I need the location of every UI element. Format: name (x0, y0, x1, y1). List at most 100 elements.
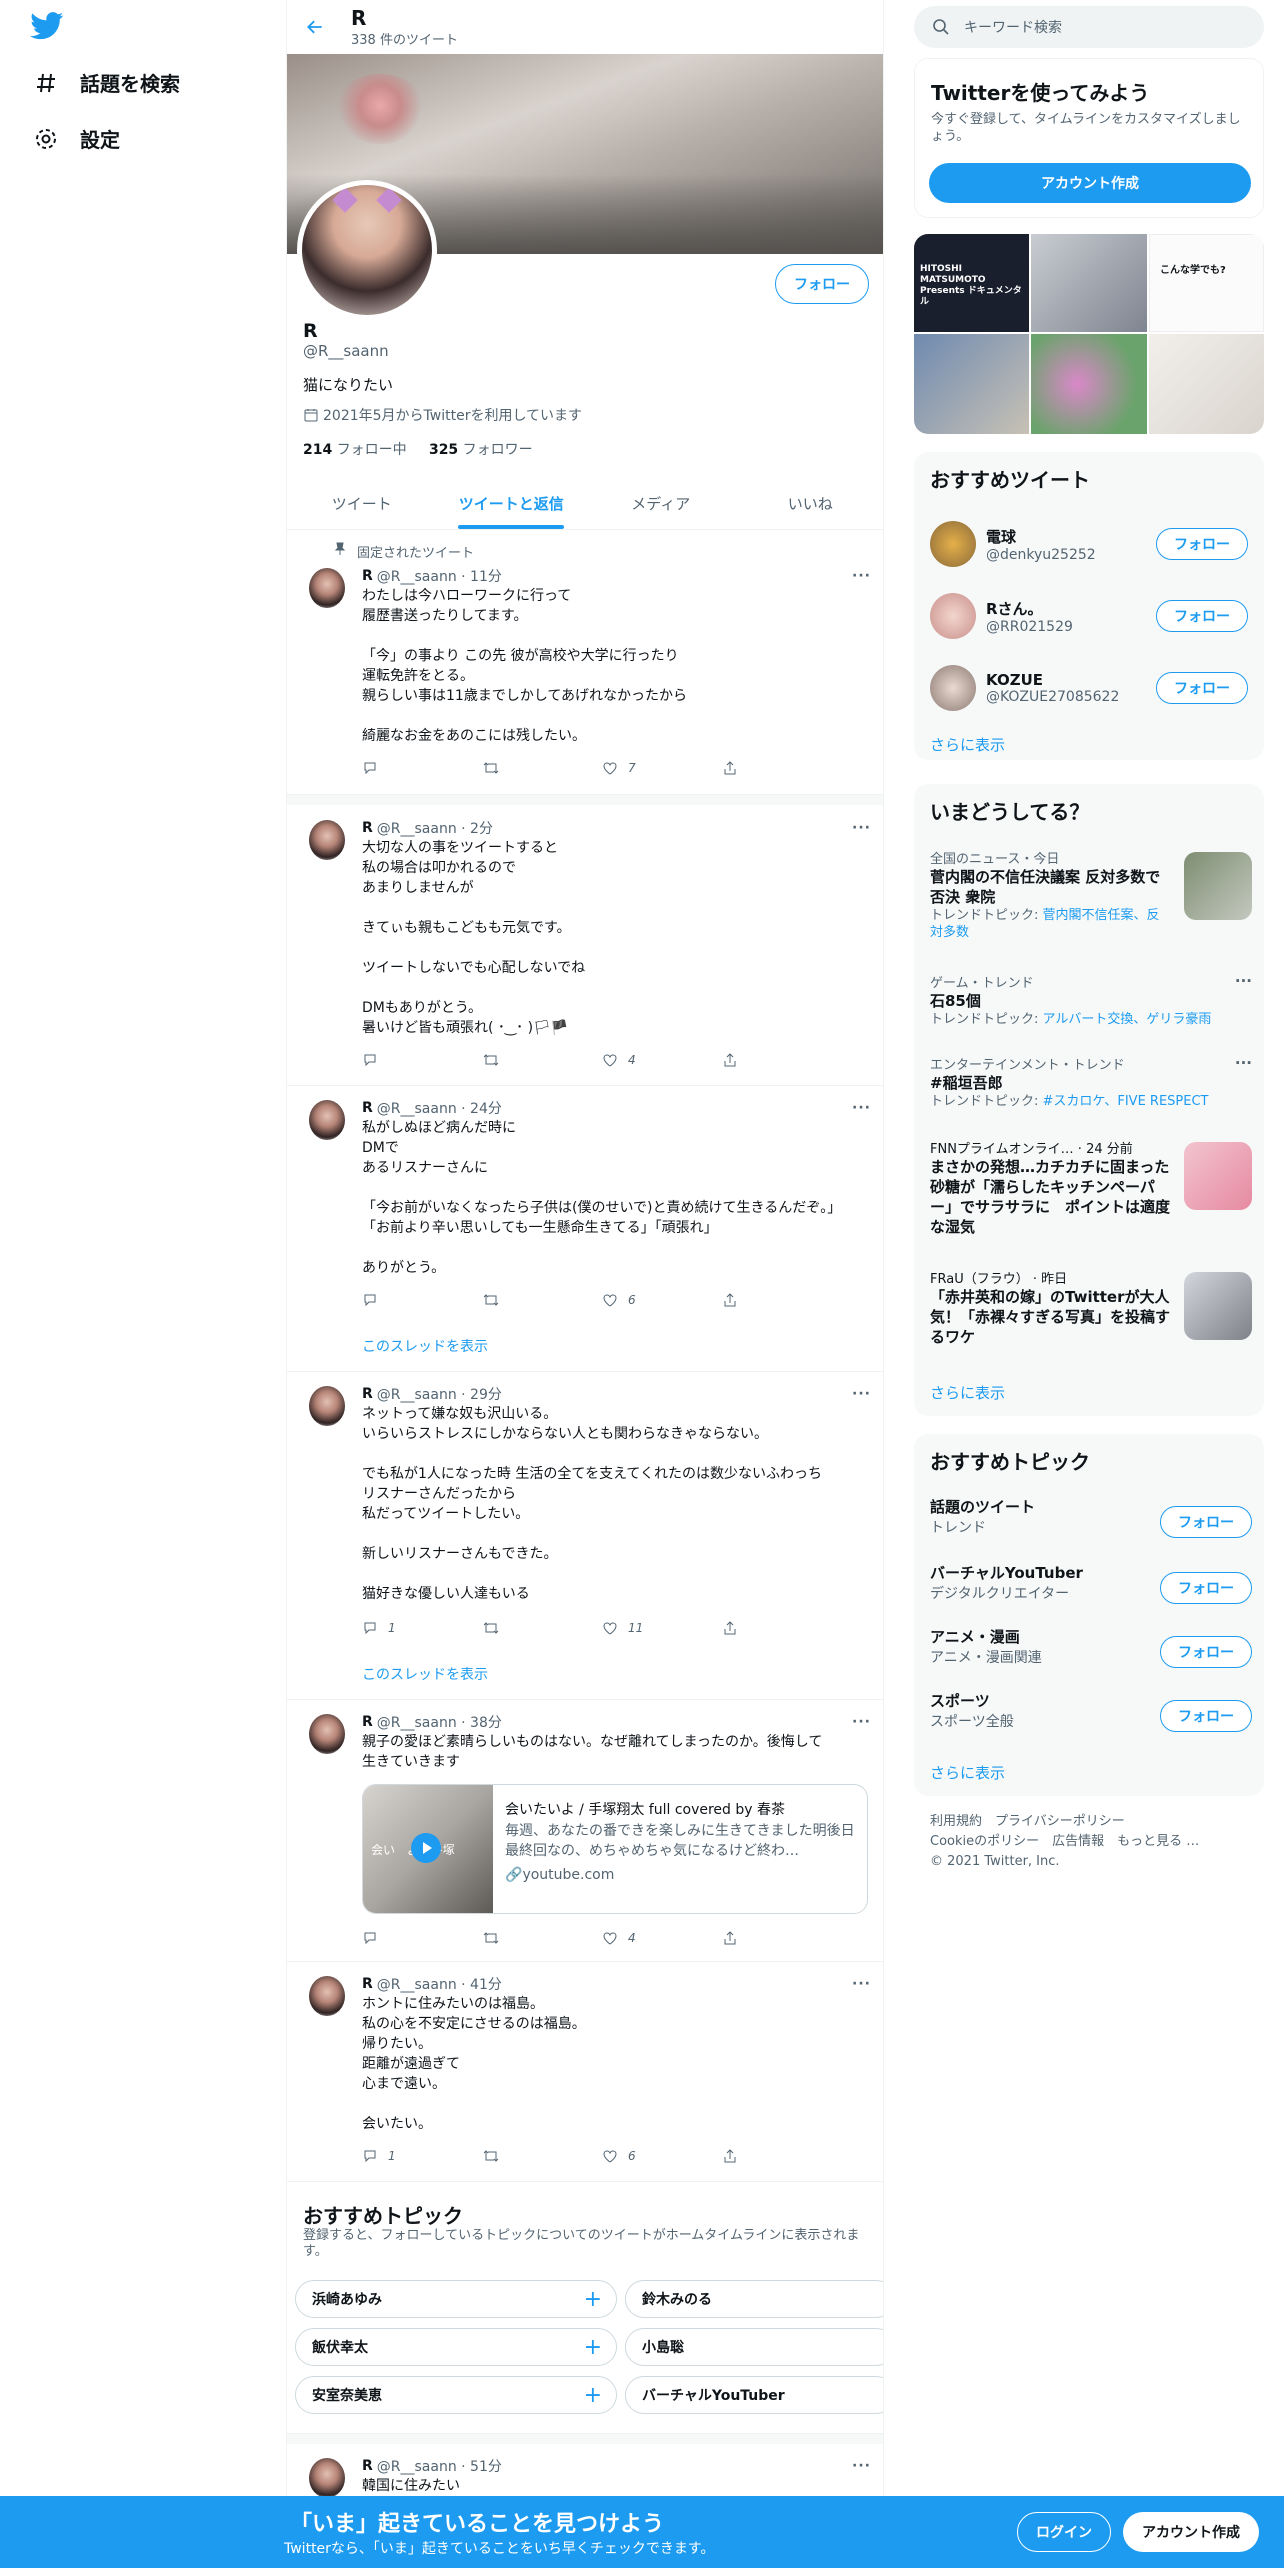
share-icon[interactable] (722, 1052, 782, 1068)
share-icon[interactable] (722, 2148, 782, 2164)
share-icon[interactable] (722, 1620, 782, 1636)
twitter-logo-icon[interactable] (30, 12, 64, 40)
more-icon[interactable]: ··· (852, 1976, 871, 1992)
tab-media[interactable]: メディア (586, 478, 736, 529)
topic-chip[interactable]: 安室奈美恵 + (295, 2376, 617, 2414)
trend-item[interactable]: FNNプライムオンライ… · 24 分前 まさかの発想…カチカチに固まった砂糖が… (930, 1138, 1252, 1237)
like-icon[interactable]: 4 (602, 1930, 662, 1946)
like-icon[interactable]: 7 (602, 760, 662, 776)
following-link[interactable]: 214 フォロー中 (303, 442, 407, 458)
retweet-icon[interactable] (482, 2148, 542, 2164)
follow-button[interactable]: フォロー (1156, 600, 1248, 632)
topic-row[interactable]: スポーツ スポーツ全般 フォロー (930, 1690, 1252, 1740)
user-row[interactable]: 電球 @denkyu25252 フォロー (914, 508, 1264, 580)
tweet[interactable]: R @R__saann · 24分 ··· 私がしぬほど病んだ時に DMで あるリス… (287, 1086, 883, 1372)
media-thumb[interactable]: HITOSHI MATSUMOTO Presents ドキュメンタル (914, 234, 1029, 332)
retweet-icon[interactable] (482, 1052, 542, 1068)
avatar[interactable] (309, 1714, 345, 1754)
like-icon[interactable]: 4 (602, 1052, 662, 1068)
media-thumb[interactable] (1031, 234, 1147, 332)
more-icon[interactable]: ··· (852, 1386, 871, 1402)
search-input[interactable]: キーワード検索 (914, 6, 1264, 48)
reply-icon[interactable] (362, 1292, 422, 1308)
trend-item[interactable]: FRaU（フラウ） · 昨日 「赤井英和の嫁」のTwitterが大人気！「赤裸々… (930, 1268, 1252, 1347)
reply-icon[interactable]: 1 (362, 1620, 422, 1636)
avatar[interactable] (309, 820, 345, 860)
nav-explore[interactable]: 話題を検索 (34, 68, 180, 97)
back-arrow-icon[interactable] (305, 17, 325, 37)
trend-item[interactable]: ゲーム・トレンド 石85個 トレンドトピック: アルバート交換、ゲリラ豪雨 ··… (930, 972, 1252, 1028)
avatar[interactable] (309, 1100, 345, 1140)
topic-row[interactable]: アニメ・漫画 アニメ・漫画関連 フォロー (930, 1626, 1252, 1676)
footer-line[interactable]: Cookieのポリシー 広告情報 もっと見る … (930, 1832, 1250, 1852)
tweet[interactable]: R @R__saann · 29分 ··· ネットって嫌な奴も沢山いる。 いらいらス… (287, 1372, 883, 1700)
follow-button[interactable]: フォロー (1160, 1506, 1252, 1538)
media-thumb[interactable] (1149, 334, 1264, 434)
topic-chip[interactable]: バーチャルYouTuber (625, 2376, 883, 2414)
media-thumb[interactable] (914, 334, 1029, 434)
more-icon[interactable]: ··· (1235, 972, 1252, 990)
like-icon[interactable]: 6 (602, 1292, 662, 1308)
share-icon[interactable] (722, 1292, 782, 1308)
tab-tweets[interactable]: ツイート (287, 478, 437, 529)
like-icon[interactable]: 11 (602, 1620, 662, 1636)
reply-icon[interactable] (362, 1930, 422, 1946)
show-more-link[interactable]: さらに表示 (930, 734, 1005, 755)
follow-button[interactable]: フォロー (775, 264, 869, 304)
reply-icon[interactable] (362, 1052, 422, 1068)
topic-chip[interactable]: 鈴木みのる (625, 2280, 883, 2318)
follow-button[interactable]: フォロー (1160, 1572, 1252, 1604)
more-icon[interactable]: ··· (852, 1714, 871, 1730)
show-more-link[interactable]: さらに表示 (930, 1762, 1005, 1783)
topic-chip[interactable]: 飯伏幸太 + (295, 2328, 617, 2366)
user-row[interactable]: Rさん。 @RR021529 フォロー (914, 580, 1264, 652)
more-icon[interactable]: ··· (852, 820, 871, 836)
trend-item[interactable]: エンターテインメント・トレンド #稲垣吾郎 トレンドトピック: #スカロケ、FI… (930, 1054, 1252, 1110)
show-thread-link[interactable]: このスレッドを表示 (362, 1336, 488, 1356)
retweet-icon[interactable] (482, 1930, 542, 1946)
retweet-icon[interactable] (482, 1620, 542, 1636)
follow-button[interactable]: フォロー (1160, 1636, 1252, 1668)
tab-likes[interactable]: いいね (736, 478, 884, 529)
topic-chip[interactable]: 浜崎あゆみ + (295, 2280, 617, 2318)
more-icon[interactable]: ··· (852, 1100, 871, 1116)
follow-button[interactable]: フォロー (1156, 528, 1248, 560)
profile-avatar[interactable] (297, 180, 437, 320)
create-account-button[interactable]: アカウント作成 (929, 163, 1251, 203)
share-icon[interactable] (722, 760, 782, 776)
avatar[interactable] (309, 1976, 345, 2016)
avatar[interactable] (309, 1386, 345, 1426)
reply-icon[interactable] (362, 760, 422, 776)
login-button[interactable]: ログイン (1017, 2512, 1111, 2552)
link-card[interactable]: 会い よ / 手塚 会いたいよ / 手塚翔太 full covered by 春… (362, 1784, 868, 1914)
retweet-icon[interactable] (482, 1292, 542, 1308)
avatar[interactable] (309, 568, 345, 608)
footer-line[interactable]: 利用規約 プライバシーポリシー (930, 1812, 1250, 1832)
follow-button[interactable]: フォロー (1160, 1700, 1252, 1732)
follow-button[interactable]: フォロー (1156, 672, 1248, 704)
topic-chip[interactable]: 小島聡 (625, 2328, 883, 2366)
user-row[interactable]: KOZUE @KOZUE27085622 フォロー (914, 652, 1264, 724)
show-thread-link[interactable]: このスレッドを表示 (362, 1664, 488, 1684)
share-icon[interactable] (722, 1930, 782, 1946)
tweet[interactable]: 固定されたツイート R @R__saann · 11分 ··· わたしは今ハローワー… (287, 530, 883, 795)
avatar[interactable] (309, 2458, 345, 2498)
topic-row[interactable]: バーチャルYouTuber デジタルクリエイター フォロー (930, 1562, 1252, 1612)
signup-button[interactable]: アカウント作成 (1123, 2512, 1259, 2552)
show-more-link[interactable]: さらに表示 (930, 1382, 1005, 1403)
more-icon[interactable]: ··· (852, 2458, 871, 2474)
trend-item[interactable]: 全国のニュース・今日 菅内閣の不信任決議案 反対多数で否決 衆院 トレンドトピッ… (930, 848, 1252, 941)
tweet[interactable]: R @R__saann · 2分 ··· 大切な人の事をツイートすると 私の場合は叩… (287, 806, 883, 1086)
more-icon[interactable]: ··· (1235, 1054, 1252, 1072)
media-thumb[interactable]: こんな学でも? (1149, 234, 1264, 332)
followers-link[interactable]: 325 フォロワー (429, 442, 533, 458)
media-thumb[interactable] (1031, 334, 1147, 434)
tab-tweets-replies[interactable]: ツイートと返信 (437, 478, 587, 529)
play-icon[interactable] (411, 1833, 441, 1863)
reply-icon[interactable]: 1 (362, 2148, 422, 2164)
like-icon[interactable]: 6 (602, 2148, 662, 2164)
more-icon[interactable]: ··· (852, 568, 871, 584)
topic-row[interactable]: 話題のツイート トレンド フォロー (930, 1496, 1252, 1546)
nav-settings[interactable]: 設定 (34, 124, 120, 153)
retweet-icon[interactable] (482, 760, 542, 776)
